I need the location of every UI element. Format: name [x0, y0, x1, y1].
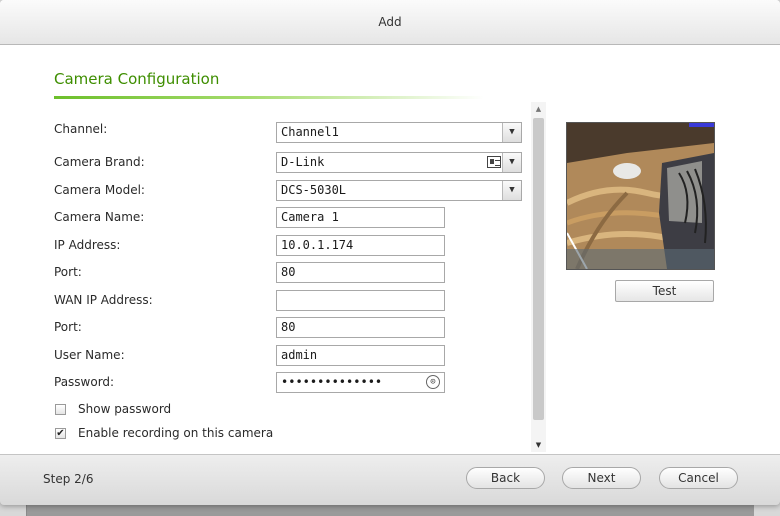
camera-brand-value: D-Link	[281, 155, 325, 169]
section-title: Camera Configuration	[54, 70, 220, 88]
show-password-label[interactable]: Show password	[78, 402, 171, 416]
chevron-down-icon[interactable]: ▼	[502, 153, 521, 172]
section-divider	[54, 96, 484, 99]
camera-model-value: DCS-5030L	[281, 183, 347, 197]
channel-label: Channel:	[54, 122, 108, 136]
wan-ip-address-input[interactable]	[276, 290, 445, 311]
port-input[interactable]: 80	[276, 262, 445, 283]
camera-preview-image	[566, 122, 715, 270]
dialog-footer: Step 2/6 Back Next Cancel	[0, 454, 780, 505]
wan-ip-address-label: WAN IP Address:	[54, 293, 153, 307]
enable-recording-checkbox[interactable]: ✔	[55, 428, 66, 439]
checkmark-icon: ✔	[56, 428, 65, 439]
camera-name-label: Camera Name:	[54, 210, 145, 224]
user-name-label: User Name:	[54, 348, 125, 362]
step-indicator: Step 2/6	[43, 472, 94, 486]
password-label: Password:	[54, 375, 115, 389]
channel-select[interactable]: Channel1 ▼	[276, 122, 522, 143]
password-reveal-icon[interactable]: ⊙	[426, 375, 440, 389]
wan-port-label: Port:	[54, 320, 82, 334]
next-button[interactable]: Next	[562, 467, 641, 489]
scroll-down-arrow-icon[interactable]: ▼	[531, 438, 546, 452]
port-label: Port:	[54, 265, 82, 279]
scroll-up-arrow-icon[interactable]: ▲	[531, 102, 546, 116]
camera-brand-select[interactable]: D-Link ▼	[276, 152, 522, 173]
dialog-title: Add	[0, 0, 780, 45]
camera-model-label: Camera Model:	[54, 183, 145, 197]
user-name-input[interactable]: admin	[276, 345, 445, 366]
camera-name-input[interactable]: Camera 1	[276, 207, 445, 228]
password-value: ••••••••••••••	[281, 375, 383, 389]
contact-card-icon[interactable]	[487, 156, 501, 168]
camera-model-select[interactable]: DCS-5030L ▼	[276, 180, 522, 201]
add-camera-dialog: Add Camera Configuration Channel: Channe…	[0, 0, 780, 505]
ip-address-label: IP Address:	[54, 238, 121, 252]
show-password-checkbox[interactable]	[55, 404, 66, 415]
chevron-down-icon[interactable]: ▼	[502, 123, 521, 142]
enable-recording-label[interactable]: Enable recording on this camera	[78, 426, 273, 440]
form-scrollbar[interactable]: ▲ ▼	[531, 102, 546, 452]
test-button[interactable]: Test	[615, 280, 714, 302]
back-button[interactable]: Back	[466, 467, 545, 489]
scrollbar-thumb[interactable]	[533, 118, 544, 420]
wan-port-input[interactable]: 80	[276, 317, 445, 338]
cancel-button[interactable]: Cancel	[659, 467, 738, 489]
ip-address-input[interactable]: 10.0.1.174	[276, 235, 445, 256]
camera-snapshot	[567, 123, 714, 269]
password-input[interactable]: •••••••••••••• ⊙	[276, 372, 445, 393]
chevron-down-icon[interactable]: ▼	[502, 181, 521, 200]
channel-value: Channel1	[281, 125, 339, 139]
camera-brand-label: Camera Brand:	[54, 155, 145, 169]
